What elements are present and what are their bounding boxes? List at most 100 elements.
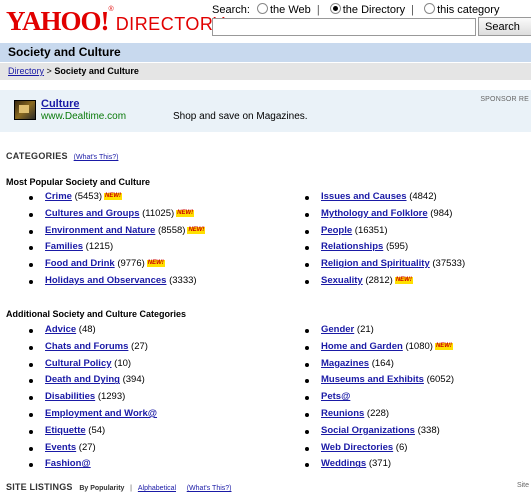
category-count: (371): [368, 458, 392, 470]
category-link[interactable]: Food and Drink: [45, 258, 115, 269]
category-count: (394): [122, 374, 145, 386]
category-link[interactable]: Religion and Spirituality: [321, 258, 430, 269]
site-listings-right-label: Site: [516, 482, 529, 489]
category-count: (6052): [426, 374, 455, 386]
category-item: Events (27): [26, 440, 157, 457]
category-item: Reunions (228): [302, 406, 454, 423]
category-item: Advice (48): [26, 322, 157, 339]
category-item: Sexuality (2812) NEW!: [302, 273, 465, 290]
category-item: Death and Dying (394): [26, 372, 157, 389]
magazine-thumbnail-icon[interactable]: [14, 100, 36, 120]
logo-registered-mark: ®: [108, 6, 114, 13]
separator: |: [130, 485, 133, 492]
category-link[interactable]: Fashion@: [45, 458, 91, 469]
category-link[interactable]: Etiquette: [45, 425, 86, 436]
category-count: (11025): [142, 207, 175, 219]
category-link[interactable]: Magazines: [321, 358, 369, 369]
category-item: Families (1215): [26, 239, 205, 256]
category-link[interactable]: Holidays and Observances: [45, 275, 166, 286]
category-link[interactable]: Crime: [45, 191, 72, 202]
whats-this-link[interactable]: (What's This?): [187, 485, 232, 492]
category-count: (6): [395, 441, 408, 453]
radio-category-label: this category: [437, 4, 500, 16]
category-count: (228): [366, 407, 390, 419]
popular-list-right: Issues and Causes (4842) Mythology and Fo…: [302, 189, 465, 290]
category-item: Relationships (595): [302, 239, 465, 256]
category-link[interactable]: Home and Garden: [321, 341, 403, 352]
search-input[interactable]: [212, 18, 476, 36]
category-count: (4842): [409, 191, 437, 202]
category-count: (164): [371, 357, 394, 369]
category-count: (338): [417, 424, 440, 436]
separator: |: [316, 4, 320, 16]
radio-web-label: the Web: [269, 4, 311, 16]
category-item: Web Directories (6): [302, 440, 454, 457]
breadcrumb-separator: >: [46, 66, 52, 76]
category-item: Environment and Nature (8558) NEW!: [26, 223, 206, 240]
category-count: (8558): [157, 224, 186, 236]
category-link[interactable]: Social Organizations: [321, 425, 415, 436]
category-link[interactable]: Weddings: [321, 458, 366, 469]
radio-web[interactable]: [256, 3, 268, 14]
category-link[interactable]: Employment and Work@: [45, 408, 157, 419]
category-link[interactable]: Chats and Forums: [45, 341, 128, 352]
sponsor-box: SPONSOR RE Culture www.Dealtime.com Shop…: [0, 90, 531, 132]
sponsor-url[interactable]: www.Dealtime.com: [41, 111, 126, 122]
category-item: Gender (21): [302, 322, 454, 339]
category-item: Social Organizations (338): [302, 423, 454, 440]
category-count: (1293): [97, 391, 126, 403]
search-scope-row: Search: the Web | the Directory | this c…: [212, 3, 499, 16]
category-link[interactable]: Relationships: [321, 241, 383, 252]
category-link[interactable]: Disabilities: [45, 391, 95, 402]
category-item: Holidays and Observances (3333): [26, 273, 205, 290]
sponsor-title-link[interactable]: Culture: [41, 98, 80, 110]
category-item: Issues and Causes (4842): [302, 189, 465, 206]
new-badge: NEW!: [146, 260, 165, 268]
sponsor-description: Shop and save on Magazines.: [173, 111, 308, 122]
category-link[interactable]: Environment and Nature: [45, 225, 155, 236]
category-link[interactable]: Death and Dying: [45, 374, 120, 385]
category-count: (21): [356, 324, 374, 335]
category-item: Mythology and Folklore (984): [302, 206, 465, 223]
category-link[interactable]: Gender: [321, 324, 354, 335]
breadcrumb-current: Society and Culture: [54, 66, 139, 76]
category-count: (48): [78, 324, 96, 335]
category-count: (1080): [405, 340, 433, 352]
breadcrumb-directory-link[interactable]: Directory: [8, 66, 44, 76]
category-item: Etiquette (54): [26, 423, 157, 440]
yahoo-directory-logo[interactable]: YAHOO!®DIRECTORY: [6, 6, 226, 36]
category-item: Cultural Policy (10): [26, 356, 157, 373]
whats-this-link[interactable]: (What's This?): [74, 154, 119, 161]
sort-alphabetical-link[interactable]: Alphabetical: [138, 485, 176, 492]
category-item: Fashion@: [26, 456, 157, 473]
category-count: (10): [114, 357, 132, 369]
logo-directory: DIRECTORY: [115, 14, 226, 34]
radio-directory[interactable]: [329, 3, 341, 14]
search-button[interactable]: Search: [478, 17, 531, 36]
category-count: (16351): [354, 224, 388, 236]
additional-list-right: Gender (21) Home and Garden (1080) NEW! Mag…: [302, 322, 454, 473]
category-item: Magazines (164): [302, 356, 454, 373]
category-item: Museums and Exhibits (6052): [302, 372, 454, 389]
category-link[interactable]: Families: [45, 241, 83, 252]
category-link[interactable]: Web Directories: [321, 442, 393, 453]
category-link[interactable]: Reunions: [321, 408, 364, 419]
category-link[interactable]: Mythology and Folklore: [321, 208, 428, 219]
category-link[interactable]: Pets@: [321, 391, 350, 402]
additional-list-left: Advice (48) Chats and Forums (27) Cultural…: [26, 322, 157, 473]
categories-label: CATEGORIES: [6, 151, 68, 161]
category-link[interactable]: Cultures and Groups: [45, 208, 139, 219]
category-link[interactable]: Museums and Exhibits: [321, 374, 424, 385]
category-link[interactable]: Cultural Policy: [45, 358, 112, 369]
category-link[interactable]: Issues and Causes: [321, 191, 407, 202]
radio-category[interactable]: [424, 3, 436, 14]
radio-directory-label: the Directory: [342, 4, 406, 16]
category-count: (2812): [365, 274, 393, 286]
category-item: Pets@: [302, 389, 454, 406]
category-link[interactable]: Events: [45, 442, 76, 453]
logo-yahoo: YAHOO!: [6, 6, 110, 36]
category-count: (595): [385, 241, 409, 253]
category-link[interactable]: People: [321, 225, 352, 236]
category-link[interactable]: Sexuality: [321, 275, 363, 286]
category-link[interactable]: Advice: [45, 324, 76, 335]
